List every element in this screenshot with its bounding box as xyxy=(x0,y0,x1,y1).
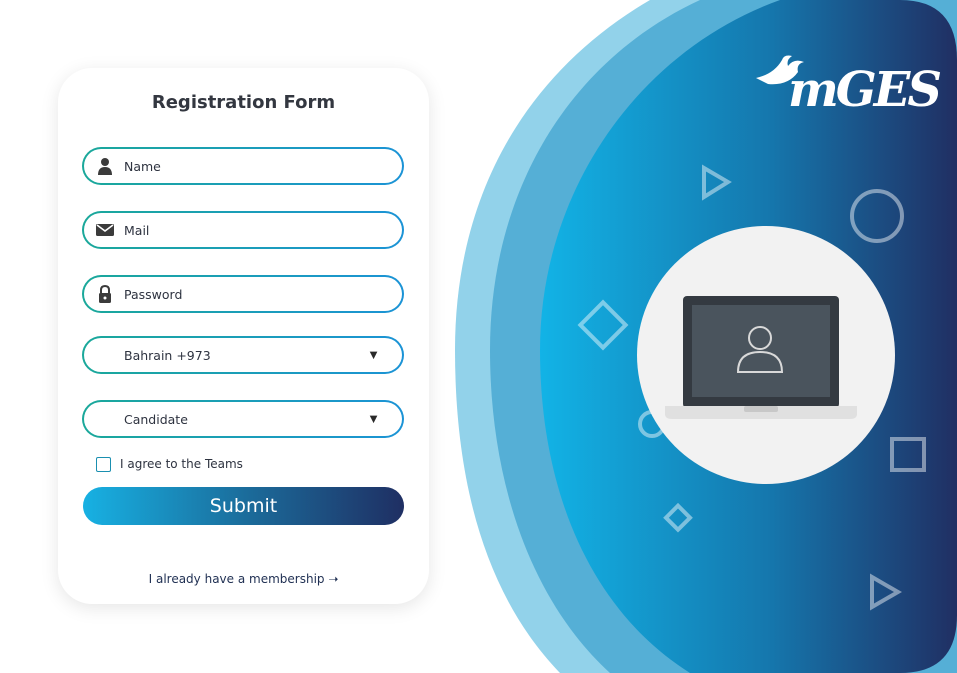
country-select[interactable]: Bahrain +973 ▼ xyxy=(82,336,404,374)
name-placeholder: Name xyxy=(124,159,161,174)
agree-label: I agree to the Teams xyxy=(120,457,243,471)
country-value: Bahrain +973 xyxy=(124,348,211,363)
caret-down-icon: ▼ xyxy=(367,347,380,362)
name-field[interactable]: Name xyxy=(82,147,404,185)
agree-checkbox[interactable] xyxy=(96,457,111,472)
password-placeholder: Password xyxy=(124,287,183,302)
lock-icon xyxy=(99,285,111,303)
brand-logo: mGES xyxy=(754,52,942,132)
mail-placeholder: Mail xyxy=(124,223,150,238)
laptop-user-icon xyxy=(637,226,895,484)
role-value: Candidate xyxy=(124,412,188,427)
membership-link[interactable]: I already have a membership ➝ xyxy=(58,572,429,586)
mail-icon xyxy=(96,224,114,236)
logo-text: mGES xyxy=(788,62,942,118)
password-field[interactable]: Password xyxy=(82,275,404,313)
submit-button[interactable]: Submit xyxy=(83,487,404,525)
form-title: Registration Form xyxy=(151,92,336,113)
caret-down-icon: ▼ xyxy=(367,411,380,426)
role-select[interactable]: Candidate ▼ xyxy=(82,400,404,438)
registration-card: Registration Form Name Mail Password Bah… xyxy=(58,68,429,604)
mail-field[interactable]: Mail xyxy=(82,211,404,249)
user-icon xyxy=(98,158,112,175)
